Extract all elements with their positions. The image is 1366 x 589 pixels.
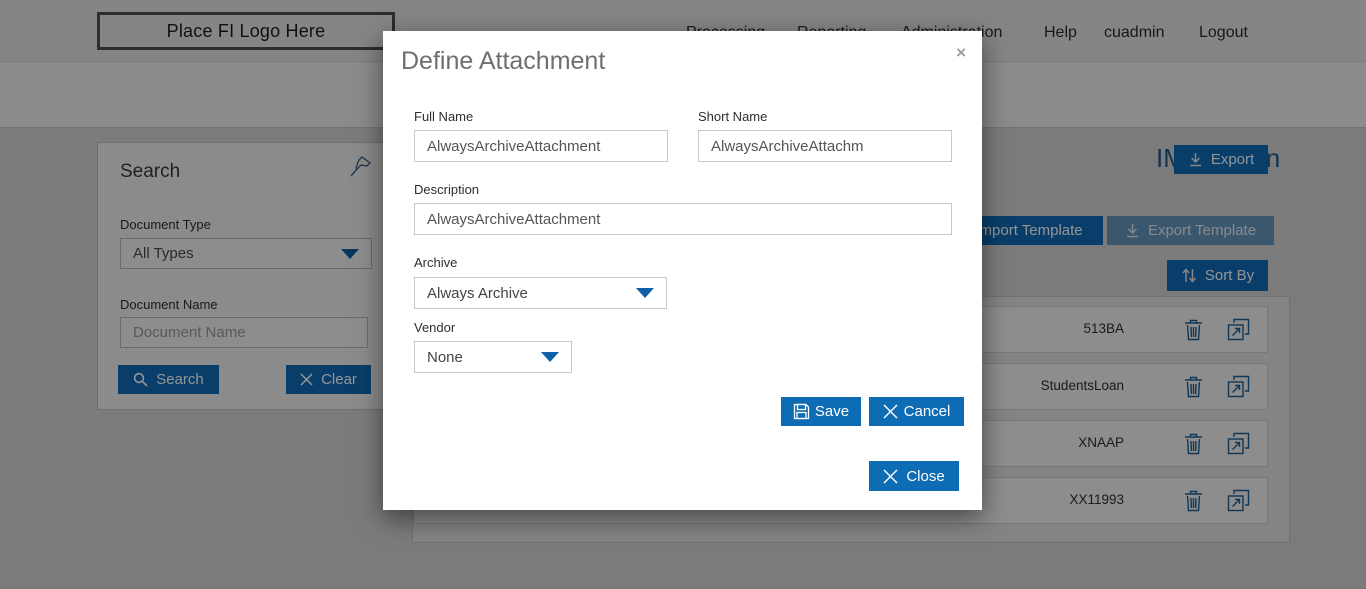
close-x-icon bbox=[883, 404, 898, 419]
close-button[interactable]: Close bbox=[869, 461, 959, 491]
chevron-down-icon bbox=[541, 352, 559, 362]
close-button-label: Close bbox=[906, 468, 944, 485]
vendor-label: Vendor bbox=[414, 320, 455, 335]
cancel-button[interactable]: Cancel bbox=[869, 397, 964, 426]
short-name-label: Short Name bbox=[698, 109, 767, 124]
vendor-value: None bbox=[427, 349, 463, 366]
cancel-button-label: Cancel bbox=[904, 403, 951, 420]
full-name-label: Full Name bbox=[414, 109, 473, 124]
save-button[interactable]: Save bbox=[781, 397, 861, 426]
modal-title: Define Attachment bbox=[401, 47, 605, 76]
chevron-down-icon bbox=[636, 288, 654, 298]
description-input[interactable] bbox=[414, 203, 952, 235]
archive-value: Always Archive bbox=[427, 285, 528, 302]
description-label: Description bbox=[414, 182, 479, 197]
archive-label: Archive bbox=[414, 255, 457, 270]
define-attachment-modal: Define Attachment × Full Name Short Name… bbox=[383, 31, 982, 510]
short-name-input[interactable] bbox=[698, 130, 952, 162]
save-disk-icon bbox=[793, 403, 810, 420]
archive-dropdown[interactable]: Always Archive bbox=[414, 277, 667, 309]
full-name-input[interactable] bbox=[414, 130, 668, 162]
close-x-icon bbox=[883, 469, 898, 484]
vendor-dropdown[interactable]: None bbox=[414, 341, 572, 373]
save-button-label: Save bbox=[815, 403, 849, 420]
modal-close-x-icon[interactable]: × bbox=[956, 43, 966, 63]
